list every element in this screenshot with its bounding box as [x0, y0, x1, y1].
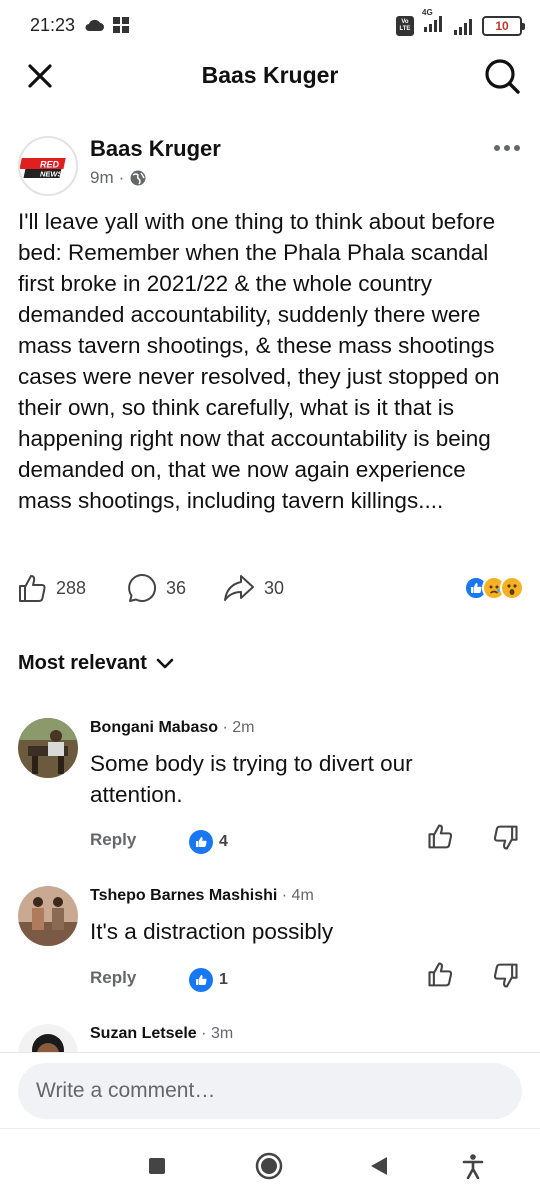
comment-time-separator: · [201, 1025, 211, 1042]
comment-like-summary: 4 [189, 830, 228, 854]
comment-item: Suzan Letsele · 3m [18, 1024, 522, 1052]
avatar[interactable] [18, 1024, 78, 1052]
system-nav-bar [0, 1128, 540, 1200]
post-action-bar: 288 36 30 [16, 572, 524, 608]
globe-icon [130, 170, 146, 186]
cloud-icon [85, 19, 104, 31]
avatar[interactable] [18, 718, 78, 778]
comment-like-button[interactable] [426, 822, 454, 850]
thumbs-up-icon [428, 962, 453, 987]
comment-dislike-button[interactable] [492, 962, 520, 990]
comment-author-name[interactable]: Suzan Letsele [90, 1025, 197, 1042]
thumbs-down-icon [493, 963, 518, 988]
comment-count: 36 [166, 577, 187, 598]
search-button[interactable] [482, 56, 522, 96]
app-grid-icon [113, 17, 129, 33]
home-circle-icon [255, 1152, 283, 1180]
thumbs-down-icon [493, 825, 518, 850]
comment-sort-dropdown[interactable]: Most relevant [18, 652, 175, 675]
comment-input[interactable] [18, 1063, 522, 1119]
reply-button[interactable]: Reply [90, 830, 136, 850]
search-icon [485, 59, 520, 94]
comment-item: Tshepo Barnes Mashishi · 4m It's a distr… [18, 886, 522, 1006]
page-avatar[interactable]: RED NEWS [18, 136, 78, 196]
accessibility-button[interactable] [458, 1151, 488, 1181]
signal-icon-2 [454, 18, 472, 35]
logo-text-red: RED [40, 160, 60, 170]
like-button[interactable]: 288 [16, 572, 86, 604]
comment-item: Bongani Mabaso · 2m Some body is trying … [18, 718, 522, 868]
reply-button[interactable]: Reply [90, 968, 136, 988]
back-button[interactable] [364, 1151, 394, 1181]
more-dot-icon [504, 145, 510, 151]
comment-composer [0, 1052, 540, 1128]
volte-icon: Vo LTE [396, 15, 414, 36]
comment-bubble-icon [128, 573, 157, 602]
like-count: 288 [56, 577, 87, 598]
more-dot-icon [494, 145, 500, 151]
page-title: Baas Kruger [201, 62, 339, 88]
home-button[interactable] [254, 1151, 284, 1181]
comment-time: 2m [232, 719, 255, 736]
reaction-summary[interactable] [464, 576, 524, 600]
post-author-name[interactable]: Baas Kruger [90, 136, 221, 162]
wow-icon [500, 576, 524, 600]
accessibility-icon [462, 1154, 484, 1179]
comment-time: 3m [210, 1025, 234, 1042]
signal-4g-group: 4G [422, 8, 444, 37]
logo-text-news: NEWS [40, 170, 63, 179]
comment-text: It's a distraction possibly [90, 919, 334, 944]
app-header: Baas Kruger [0, 52, 540, 100]
square-icon [149, 1158, 165, 1174]
comment-dislike-button[interactable] [492, 824, 520, 852]
red-news-logo: RED NEWS [20, 139, 75, 193]
battery-level: 10 [495, 18, 509, 33]
comment-like-summary: 1 [189, 968, 228, 992]
status-left-icons [84, 16, 130, 34]
comment-time-separator: · [281, 887, 292, 904]
comment-author-line: Tshepo Barnes Mashishi · 4m [90, 887, 314, 905]
share-count: 30 [264, 577, 285, 598]
meta-separator: · [118, 168, 125, 187]
comment-author-line: Bongani Mabaso · 2m [90, 719, 254, 737]
network-type-label: 4G [422, 8, 433, 17]
avatar[interactable] [18, 886, 78, 946]
comment-author-name[interactable]: Bongani Mabaso [90, 719, 218, 736]
post-time[interactable]: 9m [90, 168, 114, 188]
comment-button[interactable]: 36 [126, 572, 186, 604]
comment-like-count: 1 [219, 971, 228, 988]
comment-author-name[interactable]: Tshepo Barnes Mashishi [90, 887, 277, 904]
thumbs-up-icon [428, 824, 453, 849]
like-badge-icon [189, 968, 213, 992]
comment-like-button[interactable] [426, 960, 454, 988]
share-arrow-icon [224, 575, 254, 601]
post-meta: 9m · [90, 168, 147, 188]
share-button[interactable]: 30 [222, 572, 284, 604]
back-triangle-icon [371, 1157, 387, 1175]
post-text: I'll leave yall with one thing to think … [18, 209, 500, 513]
comment-text: Some body is trying to divert our attent… [90, 751, 413, 807]
status-time: 21:23 [30, 15, 76, 35]
post-header: RED NEWS Baas Kruger 9m · [18, 134, 522, 196]
thumbs-up-icon [19, 575, 46, 602]
comment-author-line: Suzan Letsele · 3m [90, 1025, 233, 1043]
sort-label: Most relevant [18, 652, 147, 674]
battery-icon: 10 [482, 15, 525, 36]
comment-time: 4m [291, 887, 314, 904]
chevron-down-icon [156, 658, 174, 668]
status-right-icons: Vo LTE 4G 10 [396, 8, 525, 37]
comment-like-count: 4 [219, 833, 228, 850]
status-bar: 21:23 Vo LTE 4G 10 [0, 0, 540, 52]
more-options-button[interactable] [492, 138, 522, 158]
recent-apps-button[interactable] [142, 1151, 172, 1181]
comment-time-separator: · [222, 719, 233, 736]
like-badge-icon [189, 830, 213, 854]
more-dot-icon [514, 145, 520, 151]
